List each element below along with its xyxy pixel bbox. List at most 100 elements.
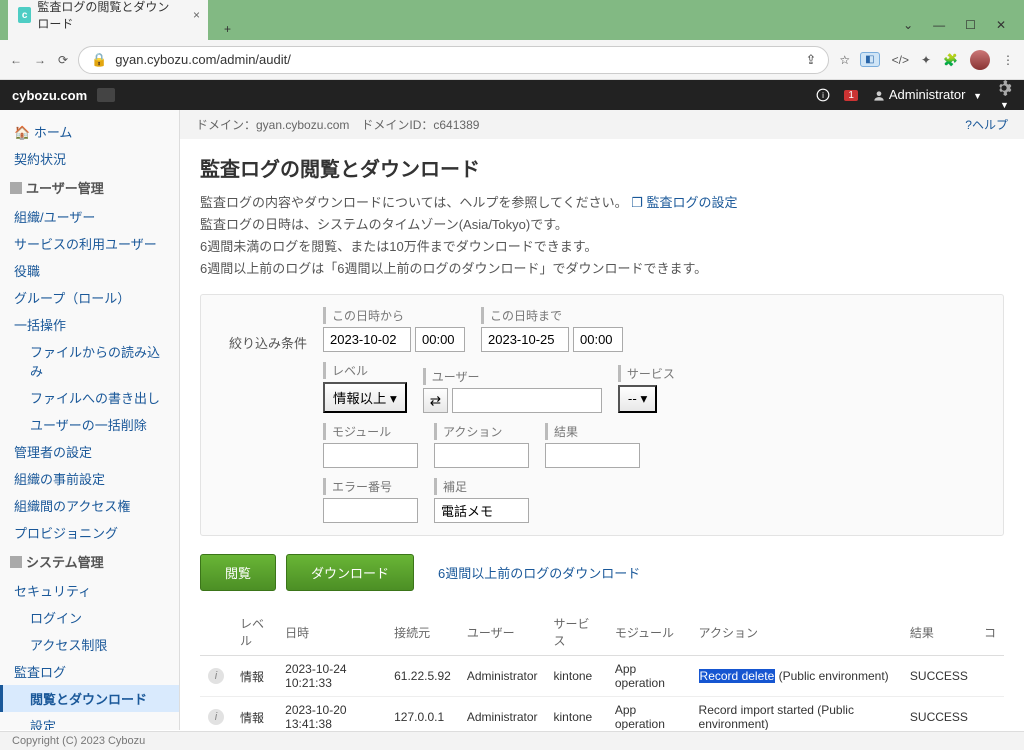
sidebar-groups[interactable]: グループ（ロール） (0, 284, 179, 311)
table-header[interactable]: 日時 (277, 609, 386, 656)
supplement-input[interactable] (434, 498, 529, 523)
sidebar-security[interactable]: セキュリティ (0, 577, 179, 604)
browse-button[interactable]: 閲覧 (200, 554, 276, 591)
sidebar-bulk[interactable]: 一括操作 (0, 311, 179, 338)
notification-count: 1 (844, 90, 858, 101)
table-cell: App operation (607, 697, 691, 730)
maximize-icon[interactable]: ☐ (965, 18, 976, 32)
sidebar: 🏠 ホーム 契約状況 ユーザー管理 組織/ユーザー サービスの利用ユーザー 役職… (0, 110, 180, 730)
gear-icon (996, 80, 1012, 96)
extension-badge[interactable]: ◧ (860, 52, 879, 67)
sidebar-bulk-import[interactable]: ファイルからの読み込み (0, 338, 179, 384)
table-row[interactable]: i情報2023-10-24 10:21:3361.22.5.92Administ… (200, 656, 1004, 697)
table-header[interactable]: 結果 (902, 609, 976, 656)
error-no-label: エラー番号 (323, 478, 418, 495)
chevron-down-icon[interactable]: ⌄ (903, 18, 913, 32)
share-icon[interactable]: ⇪ (806, 52, 817, 68)
table-cell: Administrator (459, 697, 546, 730)
info-icon[interactable]: i (208, 709, 224, 725)
from-label: この日時から (323, 307, 465, 324)
audit-settings-link[interactable]: 監査ログの設定 (646, 195, 737, 210)
table-cell: 2023-10-20 13:41:38 (277, 697, 386, 730)
tab-title: 監査ログの閲覧とダウンロード (37, 0, 178, 32)
table-header[interactable]: ユーザー (459, 609, 546, 656)
table-header[interactable] (200, 609, 232, 656)
table-header[interactable]: サービス (546, 609, 607, 656)
sidebar-admin-settings[interactable]: 管理者の設定 (0, 438, 179, 465)
forward-icon[interactable]: → (34, 53, 46, 67)
action-label: アクション (434, 423, 529, 440)
table-header[interactable]: モジュール (607, 609, 691, 656)
table-cell: kintone (546, 656, 607, 697)
extension-icon[interactable]: ✦ (921, 53, 931, 67)
app-icon[interactable] (97, 88, 115, 102)
reload-icon[interactable]: ⟳ (58, 53, 68, 67)
profile-avatar[interactable] (970, 50, 990, 70)
info-icon[interactable]: i (208, 668, 224, 684)
url-input[interactable]: 🔒 gyan.cybozu.com/admin/audit/ ⇪ (78, 46, 829, 74)
user-picker-button[interactable]: ⇄ (423, 388, 448, 413)
table-cell: 2023-10-24 10:21:33 (277, 656, 386, 697)
sidebar-provisioning[interactable]: プロビジョニング (0, 519, 179, 546)
from-time-input[interactable] (415, 327, 465, 352)
help-link[interactable]: ?ヘルプ (965, 116, 1008, 133)
sidebar-audit-browse[interactable]: 閲覧とダウンロード (0, 685, 179, 712)
table-header[interactable]: アクション (691, 609, 902, 656)
back-icon[interactable]: ← (10, 53, 22, 67)
menu-icon[interactable]: ⋮ (1002, 53, 1014, 67)
old-logs-link[interactable]: 6週間以上前のログのダウンロード (438, 563, 640, 582)
sidebar-access-restrict[interactable]: アクセス制限 (0, 631, 179, 658)
new-tab-button[interactable]: + (216, 18, 239, 40)
extensions-menu-icon[interactable]: 🧩 (943, 53, 958, 67)
brand-label: cybozu.com (12, 88, 87, 103)
sidebar-login[interactable]: ログイン (0, 604, 179, 631)
settings-button[interactable]: ▼ (996, 80, 1012, 111)
level-select[interactable]: 情報以上 ▾ (323, 382, 407, 413)
download-button[interactable]: ダウンロード (286, 554, 414, 591)
action-input[interactable] (434, 443, 529, 468)
table-header[interactable]: レベル (232, 609, 277, 656)
service-label: サービス (618, 365, 675, 382)
user-input[interactable] (452, 388, 602, 413)
user-menu[interactable]: Administrator ▼ (872, 87, 982, 103)
info-icon: i (816, 88, 830, 102)
browser-tab[interactable]: c 監査ログの閲覧とダウンロード × (8, 0, 208, 40)
to-date-input[interactable] (481, 327, 569, 352)
bookmark-icon[interactable]: ☆ (839, 53, 850, 67)
result-label: 結果 (545, 423, 640, 440)
module-input[interactable] (323, 443, 418, 468)
to-time-input[interactable] (573, 327, 623, 352)
username: Administrator (889, 87, 966, 102)
notification-button[interactable]: i (816, 88, 830, 102)
close-icon[interactable]: × (193, 8, 200, 22)
user-icon (872, 89, 886, 103)
table-header[interactable]: 接続元 (386, 609, 459, 656)
sidebar-positions[interactable]: 役職 (0, 257, 179, 284)
sidebar-contract[interactable]: 契約状況 (0, 145, 179, 172)
sidebar-bulk-export[interactable]: ファイルへの書き出し (0, 384, 179, 411)
sidebar-audit-settings[interactable]: 設定 (0, 712, 179, 730)
result-input[interactable] (545, 443, 640, 468)
devtools-icon[interactable]: </> (892, 53, 909, 67)
gear-icon (10, 556, 22, 568)
help-icon: ? (965, 118, 972, 132)
table-row[interactable]: i情報2023-10-20 13:41:38127.0.0.1Administr… (200, 697, 1004, 730)
service-select[interactable]: -- ▾ (618, 385, 657, 413)
from-date-input[interactable] (323, 327, 411, 352)
table-cell: SUCCESS (902, 697, 976, 730)
sidebar-org-presettings[interactable]: 組織の事前設定 (0, 465, 179, 492)
close-window-icon[interactable]: ✕ (996, 18, 1006, 32)
external-link-icon: ❐ (631, 195, 643, 210)
table-cell: 127.0.0.1 (386, 697, 459, 730)
sidebar-service-users[interactable]: サービスの利用ユーザー (0, 230, 179, 257)
sidebar-org-users[interactable]: 組織/ユーザー (0, 203, 179, 230)
sidebar-audit[interactable]: 監査ログ (0, 658, 179, 685)
sidebar-bulk-delete[interactable]: ユーザーの一括削除 (0, 411, 179, 438)
minimize-icon[interactable]: — (933, 18, 945, 32)
error-no-input[interactable] (323, 498, 418, 523)
chevron-down-icon: ▼ (1000, 100, 1009, 110)
table-header[interactable]: コ (976, 609, 1004, 656)
browser-tab-bar: c 監査ログの閲覧とダウンロード × + ⌄ — ☐ ✕ (0, 0, 1024, 40)
sidebar-org-access[interactable]: 組織間のアクセス権 (0, 492, 179, 519)
sidebar-home[interactable]: 🏠 ホーム (0, 118, 179, 145)
